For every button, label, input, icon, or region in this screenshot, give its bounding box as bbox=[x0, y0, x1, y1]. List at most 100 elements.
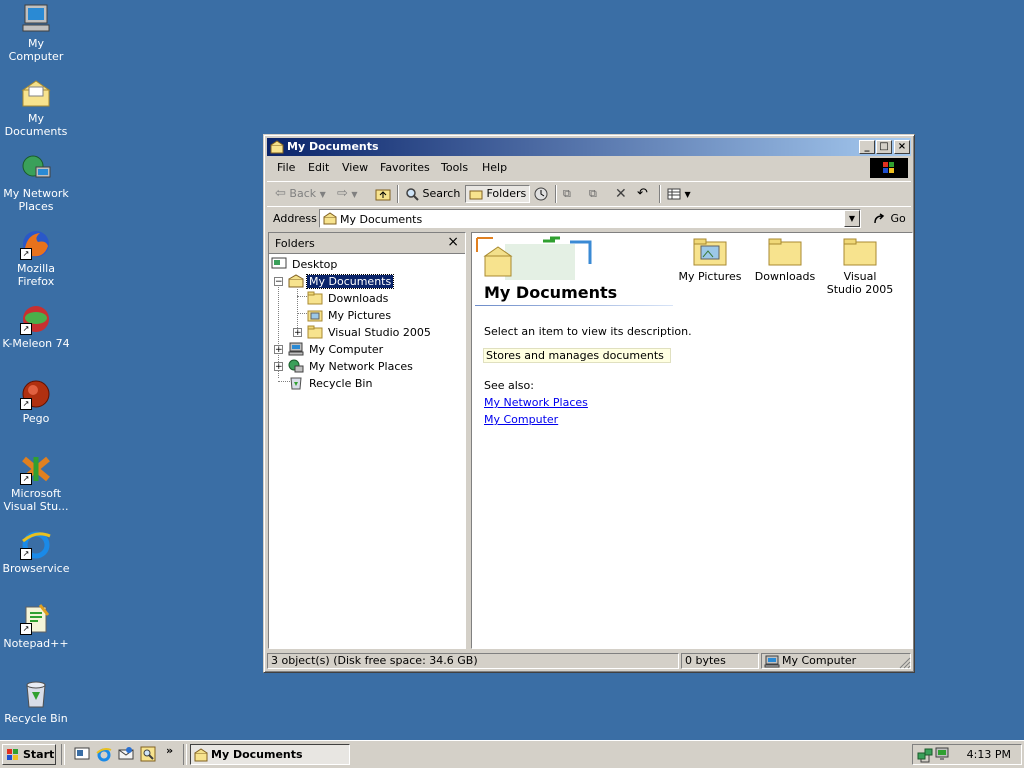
file-item-visual-studio-2005[interactable]: Visual Studio 2005 bbox=[825, 236, 895, 296]
start-label: Start bbox=[23, 748, 55, 761]
system-tray: 4:13 PM bbox=[912, 744, 1022, 765]
forward-button[interactable]: ⇨ ▼ bbox=[337, 185, 358, 203]
my-documents-icon bbox=[323, 212, 337, 225]
desktop-icon-my-computer[interactable]: My Computer bbox=[0, 3, 72, 63]
tree-item-my-network-places[interactable]: My Network Places bbox=[288, 357, 415, 374]
tree-item-label: My Pictures bbox=[328, 308, 392, 322]
go-label: Go bbox=[890, 212, 906, 225]
pictures-folder-icon bbox=[693, 236, 727, 266]
up-button[interactable] bbox=[375, 185, 391, 203]
desktop-icon-k-meleon[interactable]: ↗ K-Meleon 74 bbox=[0, 303, 72, 350]
show-desktop-icon bbox=[74, 747, 90, 765]
quicklaunch-outlook-express[interactable] bbox=[118, 746, 134, 762]
quicklaunch-internet-explorer[interactable] bbox=[96, 746, 112, 762]
desktop-icon-network-places[interactable]: My Network Places bbox=[0, 153, 72, 213]
maximize-button[interactable]: □ bbox=[876, 140, 892, 154]
desktop-icon-label: Microsoft Visual Stu... bbox=[3, 487, 69, 513]
desktop-icon-firefox[interactable]: ↗ Mozilla Firefox bbox=[0, 228, 72, 288]
quicklaunch-show-desktop[interactable] bbox=[74, 746, 90, 762]
tree-expand-button[interactable]: + bbox=[274, 362, 283, 372]
search-button[interactable]: Search bbox=[405, 185, 460, 203]
quicklaunch-overflow-chevron-icon[interactable]: » bbox=[166, 744, 173, 757]
folder-icon bbox=[843, 236, 877, 266]
desktop-icon-pego[interactable]: ↗ Pego bbox=[0, 378, 72, 425]
file-item-downloads[interactable]: Downloads bbox=[750, 236, 820, 283]
history-icon bbox=[533, 187, 549, 201]
link-my-computer[interactable]: My Computer bbox=[484, 413, 558, 426]
title-divider bbox=[475, 305, 673, 306]
desktop-icon-recycle-bin[interactable]: Recycle Bin bbox=[0, 678, 72, 725]
desktop-icon-label: Mozilla Firefox bbox=[17, 262, 55, 288]
menu-view[interactable]: View bbox=[342, 161, 368, 174]
desktop-icon-browservice[interactable]: ↗ Browservice bbox=[0, 528, 72, 575]
file-item-label: My Pictures bbox=[678, 270, 742, 283]
tree-item-desktop[interactable]: Desktop bbox=[271, 255, 339, 272]
tree-item-my-documents[interactable]: My Documents bbox=[288, 272, 395, 289]
tree-collapse-button[interactable]: − bbox=[274, 277, 283, 287]
delete-button[interactable]: ✕ bbox=[615, 185, 627, 203]
desktop-icon-label: My Computer bbox=[8, 37, 64, 63]
minimize-button[interactable]: _ bbox=[859, 140, 875, 154]
taskbar-button-my-documents[interactable]: My Documents bbox=[190, 744, 350, 765]
start-button[interactable]: Start bbox=[2, 744, 56, 765]
visual-studio-icon: ↗ bbox=[20, 453, 52, 485]
address-input[interactable]: My Documents ▼ bbox=[319, 209, 861, 228]
resize-grip-icon[interactable] bbox=[899, 657, 911, 669]
windows-logo-icon bbox=[870, 158, 908, 178]
webview-banner-graphic bbox=[475, 236, 595, 287]
menu-edit[interactable]: Edit bbox=[308, 161, 329, 174]
shortcut-arrow-icon: ↗ bbox=[20, 248, 32, 260]
tree-item-label: Recycle Bin bbox=[309, 376, 373, 390]
close-button[interactable]: × bbox=[894, 140, 910, 154]
folders-button[interactable]: Folders bbox=[465, 185, 531, 203]
title-bar[interactable]: My Documents _ □ × bbox=[267, 138, 911, 156]
menu-file[interactable]: File bbox=[277, 161, 295, 174]
my-computer-icon bbox=[20, 3, 52, 35]
search-icon bbox=[405, 187, 423, 201]
copy-to-button[interactable]: ⧉ bbox=[589, 185, 597, 203]
desktop-icon-my-documents[interactable]: My Documents bbox=[0, 78, 72, 138]
folder-icon bbox=[768, 236, 802, 266]
desktop-icon bbox=[271, 257, 287, 271]
tree-item-my-computer[interactable]: My Computer bbox=[288, 340, 385, 357]
menu-help[interactable]: Help bbox=[482, 161, 507, 174]
window-icon[interactable] bbox=[270, 140, 284, 154]
folders-pane-close-button[interactable]: × bbox=[447, 234, 459, 250]
views-button[interactable]: ▼ bbox=[667, 185, 691, 203]
back-button[interactable]: ⇦ Back ▼ bbox=[275, 185, 326, 203]
delete-icon: ✕ bbox=[615, 186, 627, 202]
desktop-icon-visual-studio[interactable]: ↗ Microsoft Visual Stu... bbox=[0, 453, 72, 513]
undo-button[interactable]: ↶ bbox=[637, 185, 648, 203]
status-bar: 3 object(s) (Disk free space: 34.6 GB) 0… bbox=[267, 652, 911, 670]
move-to-button[interactable]: ⧉ bbox=[563, 185, 571, 203]
my-documents-icon bbox=[20, 78, 52, 110]
desktop-icon-notepad-plus-plus[interactable]: ↗ Notepad++ bbox=[0, 603, 72, 650]
tray-network-icon[interactable] bbox=[917, 747, 933, 766]
address-dropdown-button[interactable]: ▼ bbox=[844, 210, 860, 227]
clock[interactable]: 4:13 PM bbox=[967, 748, 1011, 761]
quicklaunch-search[interactable] bbox=[140, 746, 156, 762]
chevron-down-icon: ▼ bbox=[848, 214, 856, 223]
go-button[interactable]: Go bbox=[873, 212, 906, 225]
tree-expand-button[interactable]: + bbox=[293, 328, 302, 338]
firefox-icon: ↗ bbox=[20, 228, 52, 260]
browservice-icon: ↗ bbox=[20, 528, 52, 560]
tree-item-my-pictures[interactable]: My Pictures bbox=[307, 306, 393, 323]
link-my-network-places[interactable]: My Network Places bbox=[484, 396, 588, 409]
tree-item-label: Desktop bbox=[292, 257, 338, 271]
tray-monitor-icon[interactable] bbox=[935, 747, 949, 764]
menu-favorites[interactable]: Favorites bbox=[380, 161, 430, 174]
tree-item-recycle-bin[interactable]: Recycle Bin bbox=[288, 374, 374, 391]
recycle-bin-icon bbox=[288, 376, 304, 390]
select-prompt: Select an item to view its description. bbox=[484, 325, 692, 338]
menu-tools[interactable]: Tools bbox=[441, 161, 468, 174]
tree-item-downloads[interactable]: Downloads bbox=[307, 289, 390, 306]
history-button[interactable] bbox=[533, 185, 549, 203]
tree-item-visual-studio-2005[interactable]: Visual Studio 2005 bbox=[307, 323, 433, 340]
back-arrow-icon: ⇦ bbox=[275, 186, 286, 201]
menu-bar: File Edit View Favorites Tools Help bbox=[267, 157, 911, 178]
address-label: Address bbox=[273, 212, 317, 225]
status-zone-label: My Computer bbox=[782, 654, 857, 667]
file-item-my-pictures[interactable]: My Pictures bbox=[675, 236, 745, 283]
tree-expand-button[interactable]: + bbox=[274, 345, 283, 355]
